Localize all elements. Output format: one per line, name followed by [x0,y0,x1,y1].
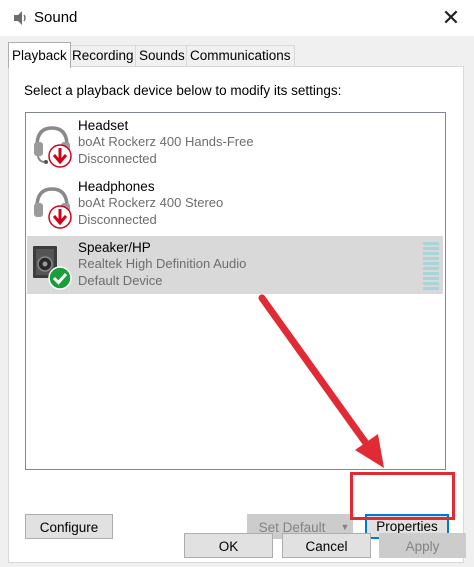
ok-label: OK [218,539,239,554]
chevron-down-icon: ▼ [340,522,350,532]
annotation-highlight-box [350,472,455,520]
apply-button[interactable]: Apply [379,533,466,558]
device-list[interactable]: Headset boAt Rockerz 400 Hands-Free Disc… [25,112,446,470]
title-bar: Sound ✕ [0,0,474,36]
tab-sounds[interactable]: Sounds [135,45,189,66]
device-item-headset[interactable]: Headset boAt Rockerz 400 Hands-Free Disc… [27,114,443,172]
instruction-text: Select a playback device below to modify… [24,83,342,98]
tab-communications[interactable]: Communications [186,45,295,66]
volume-level-meter [423,242,439,290]
headset-disconnected-icon [34,126,72,168]
ok-button[interactable]: OK [184,533,273,558]
device-name: Headphones [78,179,155,194]
configure-button[interactable]: Configure [25,514,113,539]
device-status: Disconnected [78,212,157,227]
device-status: Default Device [78,273,163,288]
close-icon: ✕ [441,5,461,30]
speaker-default-icon [33,246,72,290]
device-name: Speaker/HP [78,240,151,255]
device-item-headphones[interactable]: Headphones boAt Rockerz 400 Stereo Disco… [27,175,443,233]
device-description: boAt Rockerz 400 Stereo [78,195,224,210]
window-title: Sound [34,9,78,26]
headphones-disconnected-icon [34,187,72,229]
cancel-label: Cancel [305,539,348,554]
device-item-speaker-hp[interactable]: Speaker/HP Realtek High Definition Audio… [27,236,443,294]
device-name: Headset [78,118,129,133]
tab-playback[interactable]: Playback [8,42,71,68]
close-button[interactable]: ✕ [436,4,466,32]
apply-label: Apply [405,539,440,554]
configure-label: Configure [39,520,99,535]
device-description: boAt Rockerz 400 Hands-Free [78,134,254,149]
cancel-button[interactable]: Cancel [282,533,371,558]
tab-recording[interactable]: Recording [68,45,138,66]
speaker-app-icon [14,11,26,25]
properties-label: Properties [376,519,438,534]
device-status: Disconnected [78,151,157,166]
device-description: Realtek High Definition Audio [78,256,247,271]
